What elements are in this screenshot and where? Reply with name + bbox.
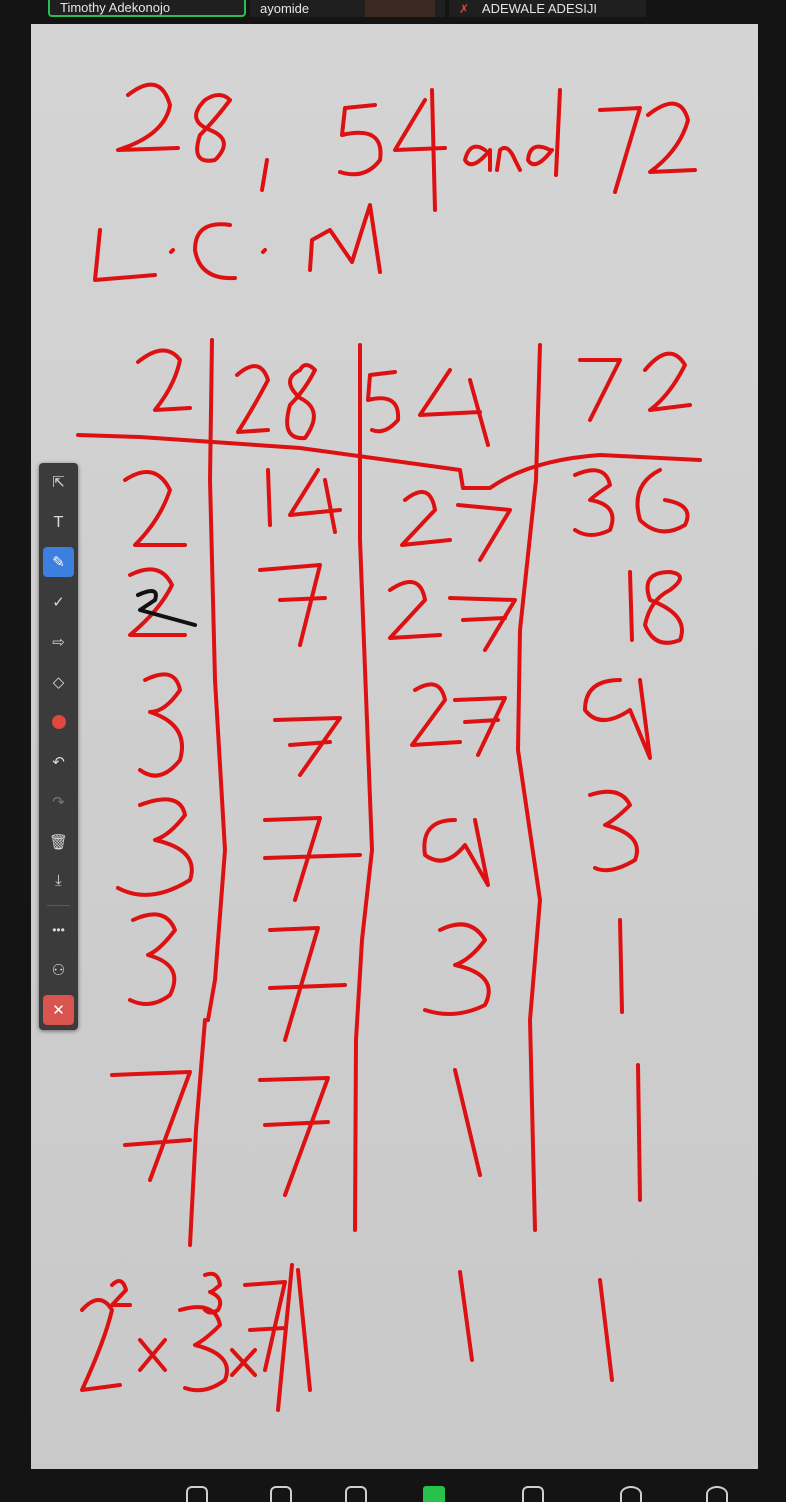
participant-video-thumbnail <box>365 0 435 17</box>
save-icon[interactable]: ⤓ <box>43 865 74 895</box>
annotation-toolbar: ⇱ T ✎ ✓ ⇨ ◇ ↶ ↷ 🗑 ⤓ ••• ⚇ ✕ <box>39 463 78 1030</box>
reactions-icon[interactable] <box>522 1486 544 1502</box>
annotator-name-icon[interactable]: ⚇ <box>43 955 74 985</box>
close-icon[interactable]: ✕ <box>43 995 74 1025</box>
toolbar-divider <box>47 905 70 906</box>
select-icon[interactable]: ⇱ <box>43 467 74 497</box>
participant-name: ADEWALE ADESIJI <box>481 1 598 16</box>
undo-icon[interactable]: ↶ <box>43 747 74 777</box>
meeting-controls-bar <box>0 1472 786 1502</box>
color-icon[interactable] <box>43 707 74 737</box>
clear-icon[interactable]: 🗑 <box>43 827 74 857</box>
muted-mic-icon: ✗ <box>459 2 470 16</box>
more-options-icon[interactable] <box>706 1486 728 1502</box>
color-swatch <box>51 715 66 729</box>
spotlight-arrow-icon[interactable]: ⇨ <box>43 627 74 657</box>
participants-icon[interactable] <box>345 1486 367 1502</box>
participant-tile[interactable]: ayomide <box>250 0 445 17</box>
redo-icon[interactable]: ↷ <box>43 787 74 817</box>
participant-tile[interactable]: Timothy Adekonojo <box>48 0 246 17</box>
participant-tile[interactable]: ✗ ADEWALE ADESIJI <box>449 0 646 17</box>
audio-icon[interactable] <box>186 1486 208 1502</box>
share-screen-icon[interactable] <box>423 1486 445 1502</box>
participant-name: ayomide <box>260 1 310 16</box>
more-icon[interactable]: ••• <box>43 915 74 945</box>
whiteboard-canvas[interactable] <box>31 24 758 1469</box>
video-icon[interactable] <box>270 1486 292 1502</box>
apps-icon[interactable] <box>620 1486 642 1502</box>
participant-name: Timothy Adekonojo <box>60 0 171 15</box>
pen-icon[interactable]: ✎ <box>43 547 74 577</box>
eraser-icon[interactable]: ◇ <box>43 667 74 697</box>
text-icon[interactable]: T <box>43 507 74 537</box>
handwriting-ink <box>76 82 702 1412</box>
stamp-check-icon[interactable]: ✓ <box>43 587 74 617</box>
participant-strip: Timothy Adekonojo ayomide ✗ ADEWALE ADES… <box>0 0 786 22</box>
